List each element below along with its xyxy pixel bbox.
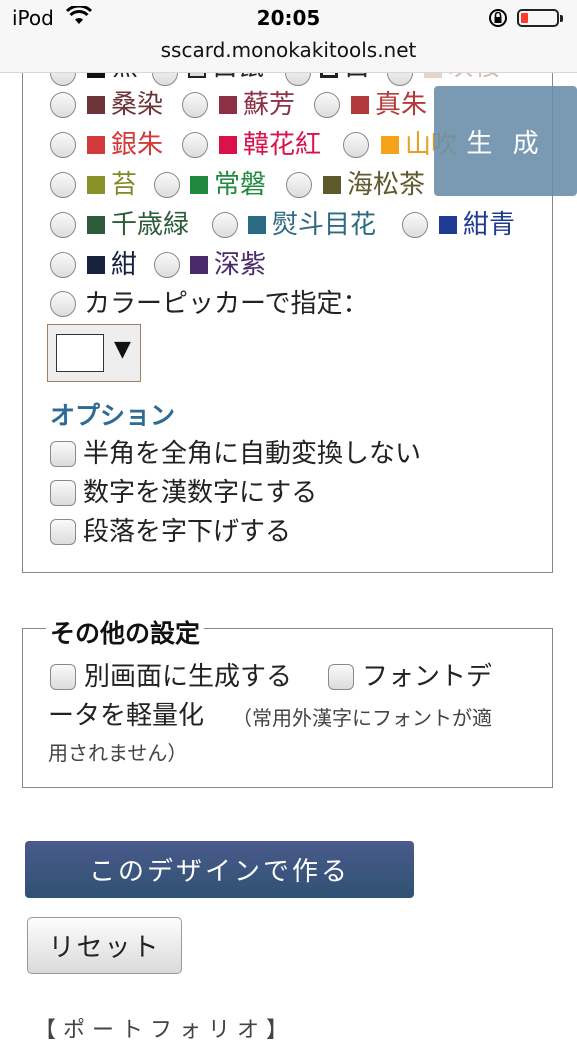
color-radio[interactable] [314, 92, 340, 118]
create-with-design-button[interactable]: このデザインで作る [25, 841, 414, 898]
color-radio[interactable] [182, 92, 208, 118]
color-picker-radio[interactable] [50, 291, 76, 317]
checkbox-indent-paragraphs[interactable] [50, 519, 76, 545]
color-swatch [87, 216, 105, 234]
color-picker[interactable]: ▼ [47, 324, 141, 382]
generate-button[interactable]: 生 成 [434, 86, 577, 196]
color-swatch [219, 96, 237, 114]
color-radio[interactable] [50, 132, 76, 158]
option-label: 別画面に生成する [84, 662, 293, 692]
checkbox-separate-window[interactable] [50, 664, 76, 690]
footer-heading: 【 ポ ー ト フ ォ リ オ 】 [34, 1018, 288, 1043]
color-radio[interactable] [50, 212, 76, 238]
battery-icon [517, 9, 563, 27]
color-label: 銀朱 [111, 130, 164, 160]
option-label: 半角を全角に自動変換しない [83, 439, 422, 469]
color-label: 桑染 [111, 90, 164, 120]
color-label: 韓花紅 [243, 130, 322, 160]
color-radio[interactable] [154, 172, 180, 198]
color-swatch [351, 96, 369, 114]
color-label: 蘇芳 [243, 90, 296, 120]
color-preview [56, 334, 104, 372]
checkbox-font-lightweight[interactable] [328, 664, 354, 690]
color-label: 熨斗目花 [272, 210, 377, 240]
status-bar: iPod 20:05 sscard.monokakitools.net [0, 0, 577, 73]
color-swatch [219, 136, 237, 154]
color-radio[interactable] [50, 252, 76, 278]
checkbox-kanji-numerals[interactable] [50, 480, 76, 506]
color-swatch [87, 96, 105, 114]
color-radio[interactable] [402, 212, 428, 238]
color-label: 常磐 [214, 170, 267, 200]
option-label: フォントデ [362, 662, 493, 692]
font-note-continued: 用されません） [48, 741, 188, 765]
color-radio[interactable] [212, 212, 238, 238]
color-picker-label: カラーピッカーで指定： [84, 289, 369, 319]
color-swatch [190, 176, 208, 194]
color-label: 深紫 [214, 250, 267, 280]
dropdown-arrow-icon: ▼ [114, 337, 131, 362]
address-bar-url[interactable]: sscard.monokakitools.net [0, 38, 577, 62]
option-label: 段落を字下げする [83, 517, 292, 547]
color-radio[interactable] [286, 172, 312, 198]
color-swatch [87, 136, 105, 154]
color-swatch [87, 256, 105, 274]
orientation-lock-icon [487, 7, 509, 34]
option-label-continued: ータを軽量化 [48, 701, 205, 731]
color-label: 千歳緑 [111, 210, 190, 240]
color-label: 紺青 [463, 210, 516, 240]
other-settings-legend: その他の設定 [46, 614, 205, 650]
color-swatch [381, 136, 399, 154]
reset-button[interactable]: リセット [27, 917, 182, 974]
font-note: （常用外漢字にフォントが適 [232, 706, 492, 730]
color-label: 苔 [111, 170, 138, 200]
color-radio[interactable] [50, 92, 76, 118]
color-swatch [323, 176, 341, 194]
color-label: 真朱 [375, 90, 428, 120]
color-radio[interactable] [154, 252, 180, 278]
option-label: 数字を漢数字にする [83, 478, 318, 508]
color-label: 海松茶 [347, 170, 426, 200]
options-heading: オプション [50, 401, 176, 430]
color-radio[interactable] [182, 132, 208, 158]
color-radio[interactable] [343, 132, 369, 158]
color-swatch [248, 216, 266, 234]
color-label: 紺 [111, 250, 138, 280]
color-radio[interactable] [50, 172, 76, 198]
color-swatch [439, 216, 457, 234]
color-swatch [190, 256, 208, 274]
checkbox-no-fullwidth-convert[interactable] [50, 441, 76, 467]
color-swatch [87, 176, 105, 194]
